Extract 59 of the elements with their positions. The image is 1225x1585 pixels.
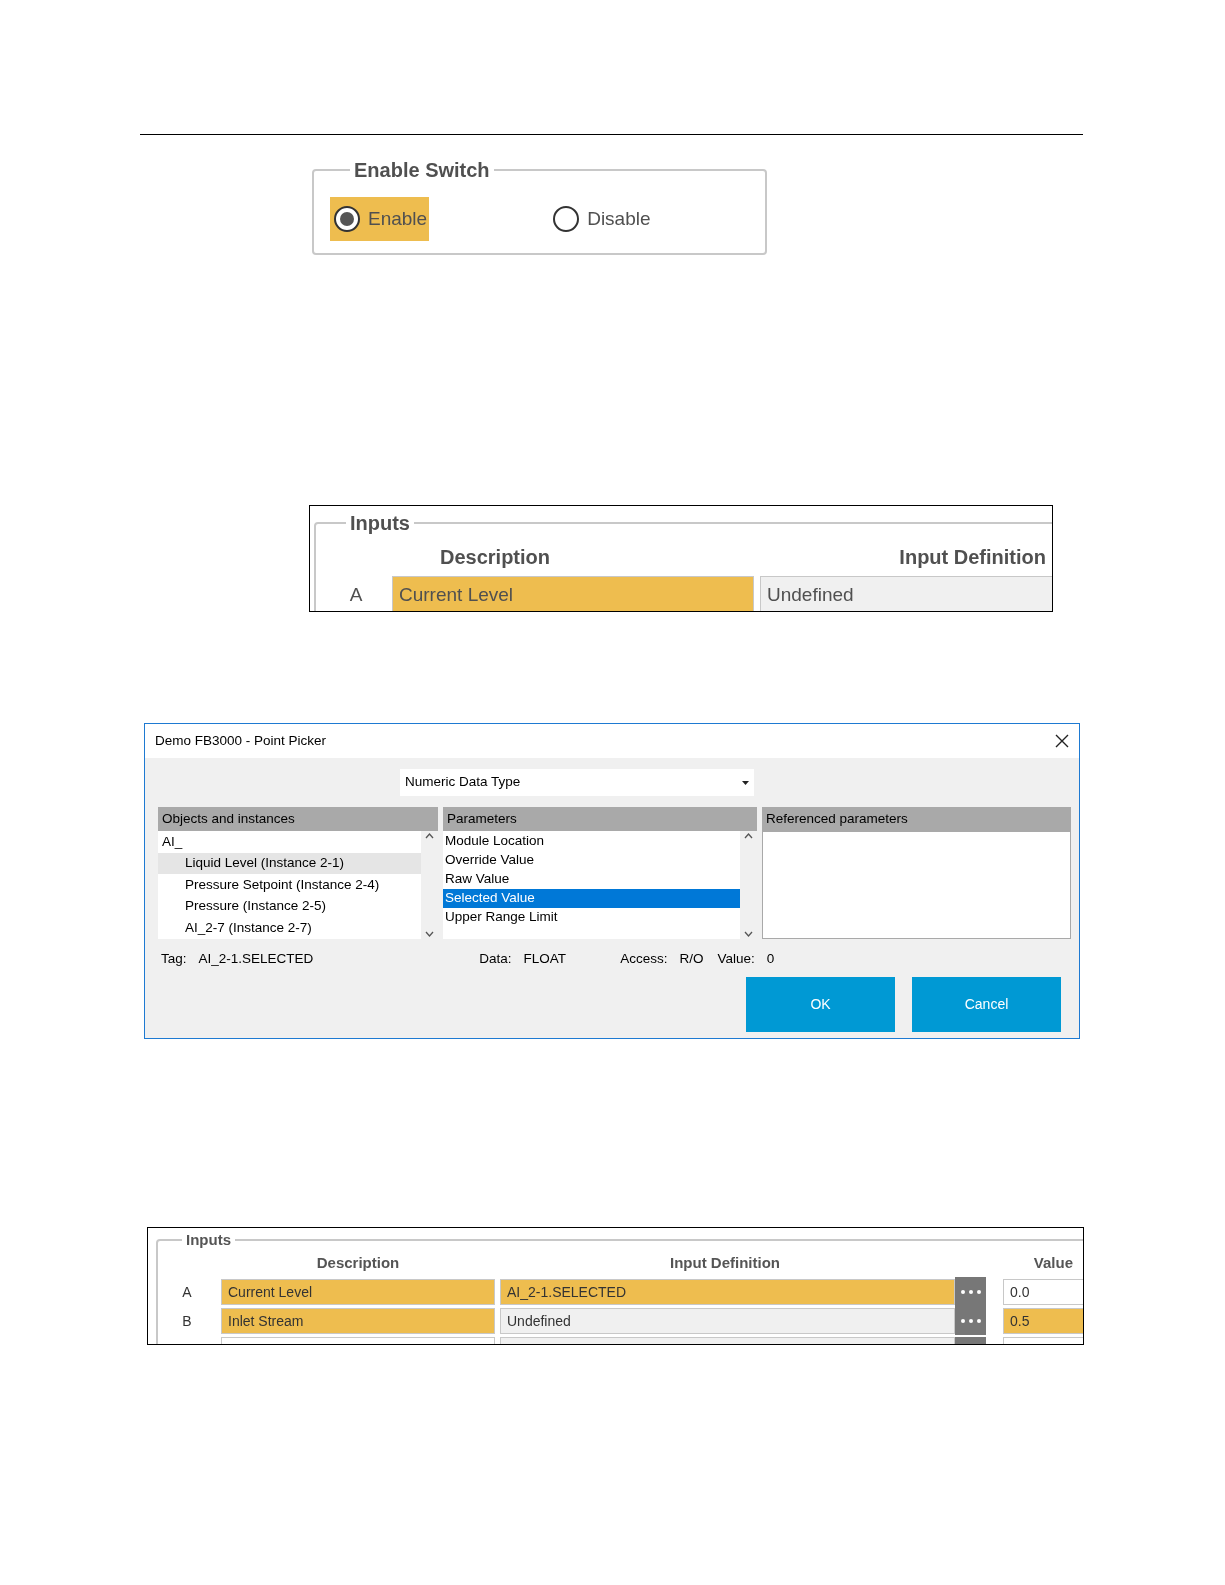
panel-header: Parameters: [443, 807, 757, 831]
column-header: Input Definition: [669, 1252, 781, 1273]
group-title: Enable Switch: [353, 158, 491, 183]
info-value: FLOAT: [523, 949, 567, 968]
panel-header: Referenced parameters: [762, 807, 1071, 831]
ellipsis-icon: [960, 1289, 981, 1294]
tree-item[interactable]: AI_: [158, 831, 421, 853]
definition-field[interactable]: AI_2-1.SELECTED: [500, 1279, 955, 1305]
browse-button[interactable]: [955, 1277, 986, 1306]
radio-option[interactable]: Enable: [330, 197, 430, 241]
description-field[interactable]: Inlet Stream: [221, 1308, 495, 1334]
dropdown-caret-icon: [742, 780, 749, 785]
data-type-dropdown[interactable]: Numeric Data Type: [400, 769, 754, 796]
tree-item[interactable]: Liquid Level (Instance 2-1): [158, 852, 421, 875]
window-title: Demo FB3000 - Point Picker: [155, 731, 327, 750]
info-label: Access:: [620, 949, 668, 968]
ellipsis-icon: [960, 1318, 981, 1323]
browse-button[interactable]: [955, 1306, 986, 1335]
info-label: Data:: [479, 949, 512, 968]
radio-label: Disable: [587, 206, 651, 231]
column-header: Description: [439, 545, 552, 570]
info-label: Tag:: [161, 949, 187, 968]
radio-icon: [553, 206, 580, 232]
info-value: AI_2-1.SELECTED: [198, 949, 314, 968]
tree-item[interactable]: Pressure (Instance 2-5): [158, 895, 421, 918]
list-item[interactable]: Upper Range Limit: [443, 908, 740, 927]
definition-field[interactable]: Undefined: [760, 576, 1052, 611]
radio-label: Enable: [368, 206, 428, 231]
list-item[interactable]: Raw Value: [443, 870, 740, 889]
info-value: R/O: [679, 949, 704, 968]
close-icon[interactable]: [1055, 734, 1069, 748]
list-box[interactable]: [762, 831, 1071, 939]
list-item[interactable]: Module Location: [443, 832, 740, 851]
scroll-down-icon[interactable]: [744, 931, 753, 937]
description-field[interactable]: Current Level: [392, 576, 754, 611]
description-field[interactable]: Current Level: [221, 1279, 495, 1305]
row-label: A: [348, 582, 364, 607]
radio-option[interactable]: Disable: [549, 197, 653, 241]
scroll-up-icon[interactable]: [425, 833, 434, 839]
scroll-down-icon[interactable]: [425, 931, 434, 937]
tree-item[interactable]: AI_2-7 (Instance 2-7): [158, 917, 421, 939]
group-title: Inputs: [185, 1230, 232, 1250]
group-title: Inputs: [349, 511, 411, 536]
list-item[interactable]: Override Value: [443, 851, 740, 870]
radio-icon: [334, 206, 360, 232]
value-field[interactable]: 0.5: [1003, 1308, 1083, 1334]
column-header: Input Definition: [898, 545, 1047, 570]
definition-field[interactable]: Undefined: [500, 1308, 955, 1334]
row-label: B: [181, 1311, 193, 1331]
row-label: A: [181, 1282, 193, 1302]
tree-item[interactable]: Pressure Setpoint (Instance 2-4): [158, 874, 421, 896]
column-header: Description: [315, 1252, 401, 1273]
info-label: Value:: [717, 949, 755, 968]
scroll-up-icon[interactable]: [744, 833, 753, 839]
list-item[interactable]: Selected Value: [443, 889, 740, 908]
value-field[interactable]: 0.0: [1003, 1279, 1083, 1305]
info-value: 0: [766, 949, 775, 968]
panel-header: Objects and instances: [158, 807, 438, 831]
column-header: Value: [1032, 1252, 1074, 1273]
